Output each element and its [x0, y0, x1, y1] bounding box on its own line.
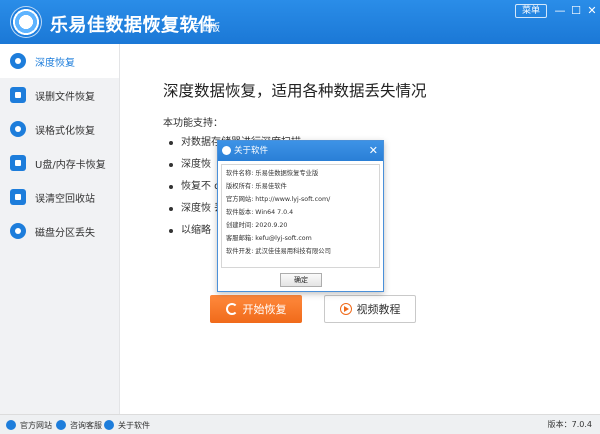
sidebar-item-label: U盘/内存卡恢复	[35, 159, 106, 171]
refresh-icon	[225, 303, 238, 315]
support-label: 咨询客服	[70, 420, 102, 430]
edition-label: 专业版	[190, 23, 220, 34]
sidebar-item-format-recovery[interactable]: 误格式化恢复	[0, 112, 119, 146]
developer-row: 软件开发: 武汉佳佳易用科技有限公司	[226, 248, 331, 255]
info-icon	[222, 146, 231, 155]
version-label: 版本：7.0.4	[547, 420, 592, 429]
sidebar-item-deleted-files[interactable]: 误删文件恢复	[0, 78, 119, 112]
sidebar-item-label: 误清空回收站	[35, 193, 95, 205]
video-tutorial-button[interactable]: 视频教程	[324, 295, 416, 323]
format-icon	[10, 121, 26, 137]
partition-icon	[10, 223, 26, 239]
deep-recovery-icon	[10, 53, 26, 69]
sidebar: 深度恢复 误删文件恢复 误格式化恢复 U盘/内存卡恢复 误清空回收站 磁盘分区丢…	[0, 44, 120, 414]
start-recovery-button[interactable]: 开始恢复	[210, 295, 302, 323]
sidebar-item-label: 误删文件恢复	[35, 91, 95, 103]
status-bar: 官方网站 咨询客服 关于软件 版本：7.0.4	[0, 414, 600, 434]
usb-icon	[10, 155, 26, 171]
support-link[interactable]: 咨询客服	[56, 415, 102, 434]
dialog-body: 软件名称: 乐易佳数据恢复专业版 版权所有: 乐易佳软件 官方网站: http:…	[221, 164, 380, 268]
sidebar-item-deep-recovery[interactable]: 深度恢复	[0, 44, 119, 78]
deleted-file-icon	[10, 87, 26, 103]
home-icon	[6, 420, 16, 430]
official-site-label: 官方网站	[20, 420, 52, 430]
sidebar-item-label: 深度恢复	[35, 57, 75, 69]
sidebar-item-usb-recovery[interactable]: U盘/内存卡恢复	[0, 146, 119, 180]
menu-button[interactable]: 菜单	[515, 4, 547, 18]
title-bar: 乐易佳数据恢复软件 专业版 菜单 — ☐ ✕	[0, 0, 600, 44]
start-recovery-label: 开始恢复	[242, 303, 287, 316]
minimize-button[interactable]: —	[552, 4, 568, 18]
maximize-button[interactable]: ☐	[568, 4, 584, 18]
info-icon	[104, 420, 114, 430]
about-label: 关于软件	[118, 420, 150, 430]
headset-icon	[56, 420, 66, 430]
dialog-title-bar: 关于软件 ✕	[218, 141, 383, 161]
official-site-link[interactable]: 官方网站	[6, 415, 52, 434]
recycle-bin-icon	[10, 189, 26, 205]
sidebar-item-partition-lost[interactable]: 磁盘分区丢失	[0, 214, 119, 248]
video-tutorial-label: 视频教程	[356, 303, 401, 316]
close-button[interactable]: ✕	[584, 4, 600, 18]
dialog-title: 关于软件	[234, 146, 269, 156]
ok-button[interactable]: 确定	[280, 273, 322, 287]
about-dialog: 关于软件 ✕ 软件名称: 乐易佳数据恢复专业版 版权所有: 乐易佳软件 官方网站…	[217, 140, 384, 292]
play-icon	[339, 303, 352, 315]
sidebar-item-label: 磁盘分区丢失	[35, 227, 95, 239]
sidebar-item-label: 误格式化恢复	[35, 125, 95, 137]
dialog-close-button[interactable]: ✕	[369, 141, 378, 161]
about-link[interactable]: 关于软件	[104, 415, 150, 434]
app-logo-icon	[10, 6, 42, 38]
sidebar-item-recycle-bin[interactable]: 误清空回收站	[0, 180, 119, 214]
feature-title: 本功能支持：	[163, 118, 223, 129]
page-title: 深度数据恢复，适用各种数据丢失情况	[163, 82, 427, 100]
